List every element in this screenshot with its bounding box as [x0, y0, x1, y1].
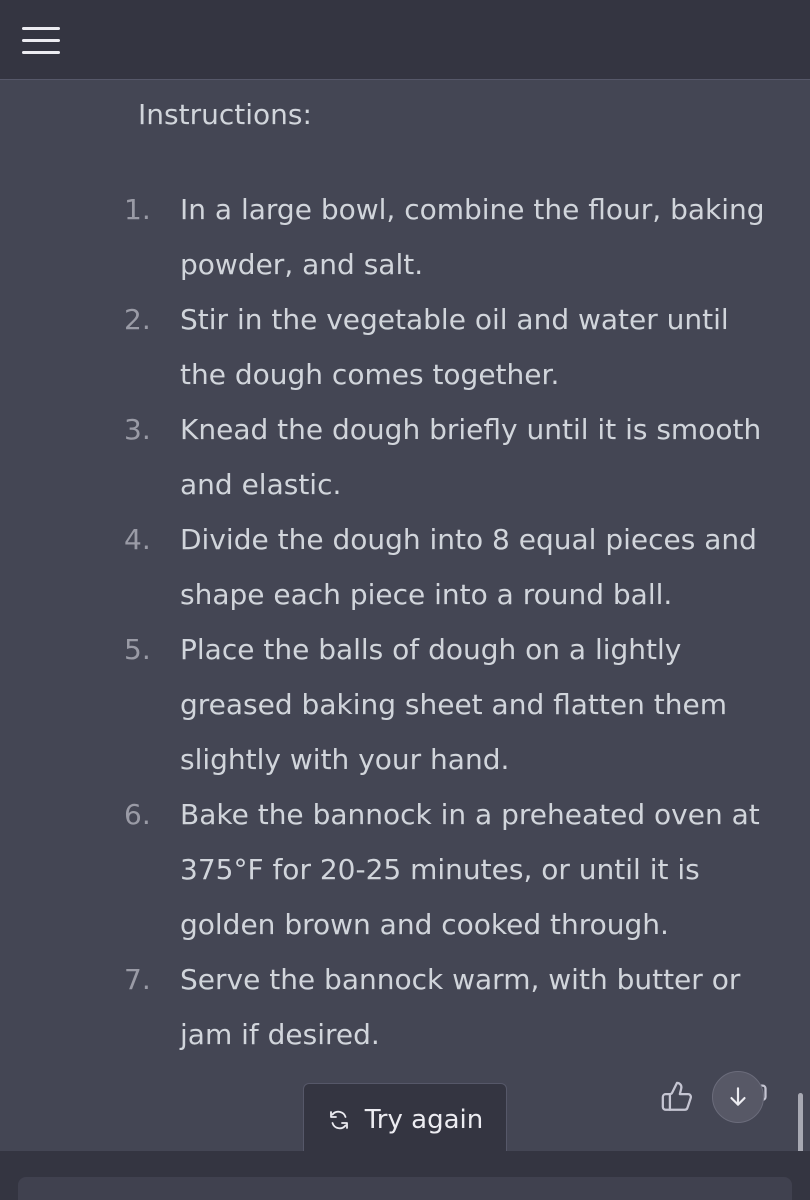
step-text: Knead the dough briefly until it is smoo… [180, 413, 762, 501]
list-item: 1. In a large bowl, combine the flour, ba… [0, 182, 810, 292]
instructions-heading: Instructions: [138, 98, 312, 131]
refresh-icon [327, 1108, 351, 1132]
step-number: 2. [124, 303, 151, 336]
scroll-down-button[interactable] [712, 1071, 764, 1123]
list-item: 6. Bake the bannock in a preheated oven a… [0, 787, 810, 952]
list-item: 7. Serve the bannock warm, with butter or… [0, 952, 810, 1062]
list-item: 2. Stir in the vegetable oil and water un… [0, 292, 810, 402]
assistant-message: Instructions: 1. In a large bowl, combine… [0, 81, 810, 1151]
step-text: Bake the bannock in a preheated oven at … [180, 798, 760, 941]
step-number: 5. [124, 633, 151, 666]
list-item: 3. Knead the dough briefly until it is sm… [0, 402, 810, 512]
instructions-list: 1. In a large bowl, combine the flour, ba… [0, 182, 810, 1062]
try-again-label: Try again [364, 1105, 484, 1135]
step-text: Stir in the vegetable oil and water unti… [180, 303, 729, 391]
step-number: 1. [124, 193, 151, 226]
hamburger-menu-icon[interactable] [18, 22, 64, 60]
step-number: 4. [124, 523, 151, 556]
step-text: Serve the bannock warm, with butter or j… [180, 963, 741, 1051]
list-item: 4. Divide the dough into 8 equal pieces a… [0, 512, 810, 622]
step-number: 7. [124, 963, 151, 996]
step-number: 3. [124, 413, 151, 446]
step-text: Divide the dough into 8 equal pieces and… [180, 523, 757, 611]
message-input[interactable] [18, 1177, 792, 1200]
arrow-down-icon [730, 1087, 746, 1106]
step-text: In a large bowl, combine the flour, baki… [180, 193, 765, 281]
thumbs-up-icon[interactable] [660, 1080, 694, 1114]
composer-area [0, 1151, 810, 1200]
list-item: 5. Place the balls of dough on a lightly … [0, 622, 810, 787]
top-bar [0, 0, 810, 80]
try-again-button[interactable]: Try again [303, 1083, 507, 1157]
step-text: Place the balls of dough on a lightly gr… [180, 633, 727, 776]
step-number: 6. [124, 798, 151, 831]
